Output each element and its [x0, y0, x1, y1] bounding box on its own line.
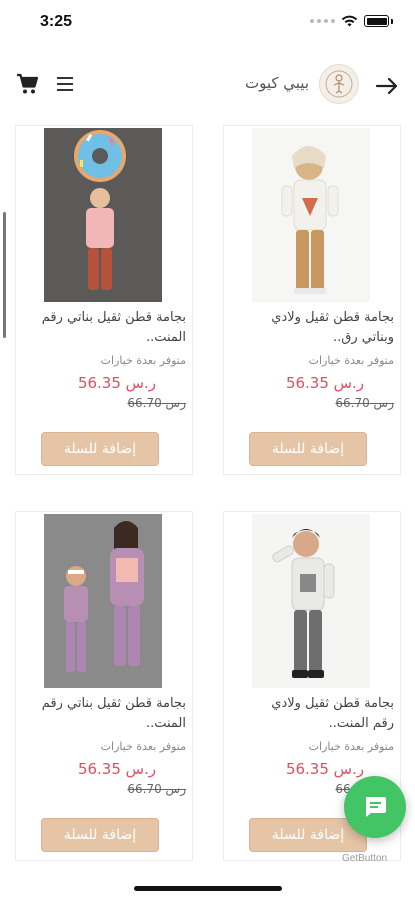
- options-note: متوفر بعدة خيارات: [308, 740, 394, 753]
- old-price: رس 66.70: [335, 396, 394, 410]
- brand-name: بيبي كيوت: [244, 74, 309, 92]
- product-title[interactable]: بجامة قطن ثقيل ولادي وبناتي رق..: [228, 308, 394, 348]
- options-note: متوفر بعدة خيارات: [308, 354, 394, 367]
- options-note: متوفر بعدة خيارات: [100, 354, 186, 367]
- brand-logo[interactable]: [319, 64, 359, 104]
- scroll-indicator: [3, 212, 6, 338]
- add-to-cart-button[interactable]: إضافة للسلة: [249, 432, 367, 466]
- battery-icon: [364, 15, 389, 27]
- chat-icon: [366, 797, 386, 817]
- back-arrow-icon: [375, 77, 398, 95]
- add-to-cart-button[interactable]: إضافة للسلة: [41, 432, 159, 466]
- cart-icon: [17, 73, 39, 94]
- back-button[interactable]: [373, 72, 401, 100]
- chat-button[interactable]: [344, 776, 406, 838]
- product-price: ر.س 56.35: [285, 374, 364, 392]
- signal-icon: [310, 19, 335, 23]
- status-bar: 3:25: [0, 0, 415, 44]
- product-title[interactable]: بجامة قطن ثقيل بناتي رقم المنت..: [20, 308, 186, 348]
- options-note: متوفر بعدة خيارات: [100, 740, 186, 753]
- app-header: بيبي كيوت: [0, 58, 415, 114]
- product-image[interactable]: [44, 514, 162, 688]
- menu-button[interactable]: [54, 72, 78, 96]
- menu-icon: [57, 77, 73, 91]
- old-price: رس 66.70: [127, 396, 186, 410]
- product-price: ر.س 56.35: [285, 760, 364, 778]
- product-image[interactable]: [252, 514, 370, 688]
- product-title[interactable]: بجامة قطن ثقيل ولادي رقم المنت..: [228, 694, 394, 734]
- getbutton-link[interactable]: GetButton: [342, 853, 387, 864]
- product-card[interactable]: بجامة قطن ثقيل بناتي رقم المنت.. متوفر ب…: [15, 511, 193, 861]
- product-card[interactable]: بجامة قطن ثقيل بناتي رقم المنت.. متوفر ب…: [15, 125, 193, 475]
- product-image[interactable]: [252, 128, 370, 302]
- product-title[interactable]: بجامة قطن ثقيل بناتي رقم المنت..: [20, 694, 186, 734]
- product-price: ر.س 56.35: [77, 760, 156, 778]
- status-icons: [310, 15, 393, 27]
- home-indicator[interactable]: [134, 886, 282, 891]
- add-to-cart-button[interactable]: إضافة للسلة: [41, 818, 159, 852]
- product-price: ر.س 56.35: [77, 374, 156, 392]
- wifi-icon: [341, 15, 358, 27]
- old-price: رس 66.70: [127, 782, 186, 796]
- cart-button[interactable]: [16, 72, 40, 96]
- product-image[interactable]: [44, 128, 162, 302]
- product-card[interactable]: بجامة قطن ثقيل ولادي وبناتي رق.. متوفر ب…: [223, 125, 401, 475]
- status-time: 3:25: [40, 13, 73, 30]
